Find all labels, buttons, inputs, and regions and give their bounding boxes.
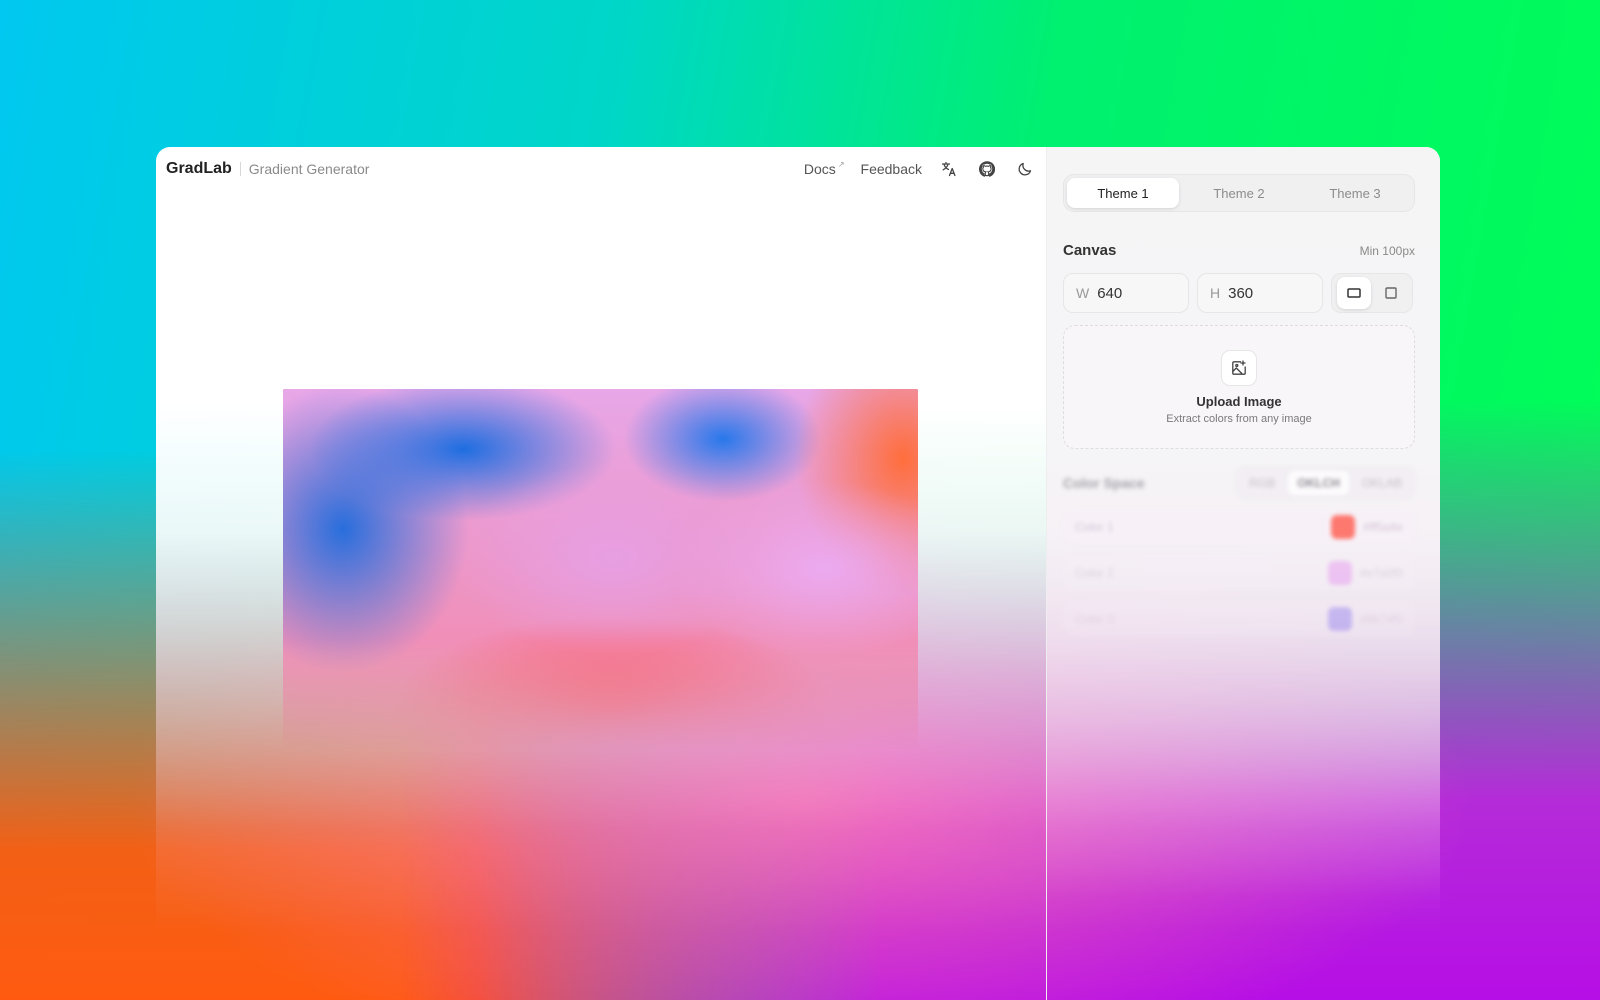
color-space-row: Color Space RGB OKLCH OKLAB (1063, 467, 1415, 499)
moon-icon[interactable] (1014, 158, 1036, 180)
width-field[interactable]: W (1063, 273, 1189, 313)
width-label: W (1076, 285, 1090, 301)
height-field[interactable]: H (1197, 273, 1323, 313)
color-stop-label: Color 2 (1075, 566, 1114, 580)
color-hex-value: #e7a0f0 (1359, 566, 1403, 580)
external-link-icon: ↗ (837, 160, 845, 169)
height-input[interactable] (1228, 284, 1299, 302)
github-icon[interactable] (976, 158, 998, 180)
brand-divider (239, 162, 241, 176)
canvas-min-note: Min 100px (1359, 243, 1415, 258)
top-nav: Docs ↗ Feedback (804, 158, 1036, 180)
color-space-title: Color Space (1063, 475, 1145, 491)
landscape-rect-icon[interactable] (1336, 277, 1371, 309)
translate-icon[interactable] (938, 158, 960, 180)
height-label: H (1210, 285, 1221, 301)
theme-tabs: Theme 1 Theme 2 Theme 3 (1063, 174, 1415, 212)
image-plus-icon (1221, 349, 1257, 386)
settings-panel: Theme 1 Theme 2 Theme 3 Canvas Min 100px… (1046, 147, 1440, 1000)
color-stop-value: #8b74f0 (1327, 607, 1403, 631)
color-stop-value: #ff5a4e (1331, 515, 1403, 539)
gradient-canvas[interactable] (283, 389, 918, 749)
docs-link-label: Docs (803, 161, 836, 177)
color-space-rgb[interactable]: RGB (1240, 471, 1284, 495)
tab-theme-2[interactable]: Theme 2 (1183, 178, 1295, 208)
settings-panel-content: Theme 1 Theme 2 Theme 3 Canvas Min 100px… (1063, 147, 1415, 637)
color-stop-label: Color 1 (1075, 520, 1114, 534)
canvas-dimensions: W H (1063, 273, 1415, 313)
color-stop-row[interactable]: Color 1 #ff5a4e (1063, 509, 1415, 545)
color-hex-value: #8b74f0 (1359, 612, 1403, 626)
width-input[interactable] (1097, 284, 1168, 302)
color-space-oklab[interactable]: OKLAB (1353, 471, 1411, 495)
faded-controls: Color Space RGB OKLCH OKLAB Color 1 #ff5… (1063, 467, 1415, 637)
canvas-section-header: Canvas Min 100px (1063, 242, 1415, 259)
canvas-section-title: Canvas (1063, 242, 1117, 259)
color-stop-row[interactable]: Color 3 #8b74f0 (1063, 601, 1415, 637)
brand-logo[interactable]: GradLab (166, 160, 232, 178)
color-swatch[interactable] (1327, 607, 1352, 631)
color-stop-row[interactable]: Color 2 #e7a0f0 (1063, 555, 1415, 591)
tab-theme-3[interactable]: Theme 3 (1299, 178, 1411, 208)
docs-link[interactable]: Docs ↗ (803, 160, 845, 177)
square-icon[interactable] (1374, 277, 1408, 309)
color-stop-value: #e7a0f0 (1327, 561, 1403, 585)
color-space-toggle: RGB OKLCH OKLAB (1236, 467, 1415, 499)
color-swatch[interactable] (1327, 561, 1352, 585)
upload-title: Upload Image (1196, 393, 1282, 409)
top-bar: GradLab Gradient Generator Docs ↗ Feedba… (156, 147, 1046, 191)
color-space-oklch[interactable]: OKLCH (1288, 471, 1349, 495)
color-stop-label: Color 3 (1075, 612, 1114, 626)
upload-dropzone[interactable]: Upload Image Extract colors from any ima… (1063, 325, 1415, 449)
app-subtitle: Gradient Generator (248, 161, 370, 177)
color-swatch[interactable] (1331, 515, 1356, 539)
feedback-link[interactable]: Feedback (861, 161, 922, 177)
tab-theme-1[interactable]: Theme 1 (1067, 178, 1179, 208)
color-hex-value: #ff5a4e (1363, 520, 1403, 534)
canvas-blob (283, 389, 918, 749)
app-window: GradLab Gradient Generator Docs ↗ Feedba… (156, 147, 1440, 1000)
aspect-toggle (1331, 273, 1413, 313)
upload-subtitle: Extract colors from any image (1166, 412, 1312, 425)
